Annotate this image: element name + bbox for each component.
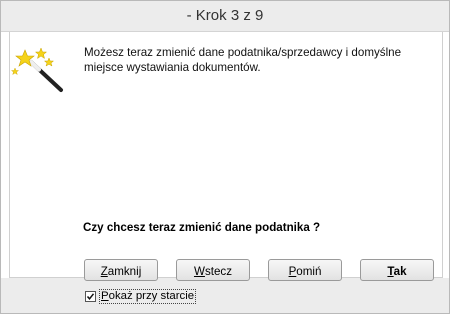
close-button-mnemonic: Z: [100, 265, 108, 278]
skip-button[interactable]: Pomiń: [268, 259, 342, 281]
close-button-label: amknij: [107, 265, 142, 278]
show-on-start-label[interactable]: Pokaż przy starcie: [99, 288, 197, 304]
magic-wand-icon: [11, 47, 63, 92]
message-line-2: miejsce wystawiania dokumentów.: [84, 61, 261, 74]
yes-button-label: ak: [393, 265, 407, 278]
back-button-label: stecz: [204, 265, 232, 278]
wizard-message: Możesz teraz zmienić dane podatnika/sprz…: [84, 45, 424, 75]
show-on-start-checkbox[interactable]: [85, 290, 96, 302]
skip-button-label: omiń: [296, 265, 322, 278]
close-button[interactable]: Zamknij: [84, 259, 158, 281]
message-line-1: Możesz teraz zmienić dane podatnika/sprz…: [84, 46, 402, 59]
back-button[interactable]: Wstecz: [176, 259, 250, 281]
show-on-start-mnemonic: P: [101, 289, 109, 302]
back-button-mnemonic: W: [193, 265, 205, 278]
wizard-window: - Krok 3 z 9 Możesz teraz zmienić dane p…: [0, 0, 450, 314]
wizard-question: Czy chcesz teraz zmienić dane podatnika …: [83, 221, 321, 234]
window-title: - Krok 3 z 9: [1, 1, 449, 32]
show-on-start-option[interactable]: Pokaż przy starcie: [85, 288, 197, 304]
show-on-start-text: okaż przy starcie: [108, 289, 195, 302]
checkmark-icon: [86, 292, 95, 300]
footer-bar: [1, 278, 449, 313]
yes-button[interactable]: Tak: [360, 259, 434, 281]
